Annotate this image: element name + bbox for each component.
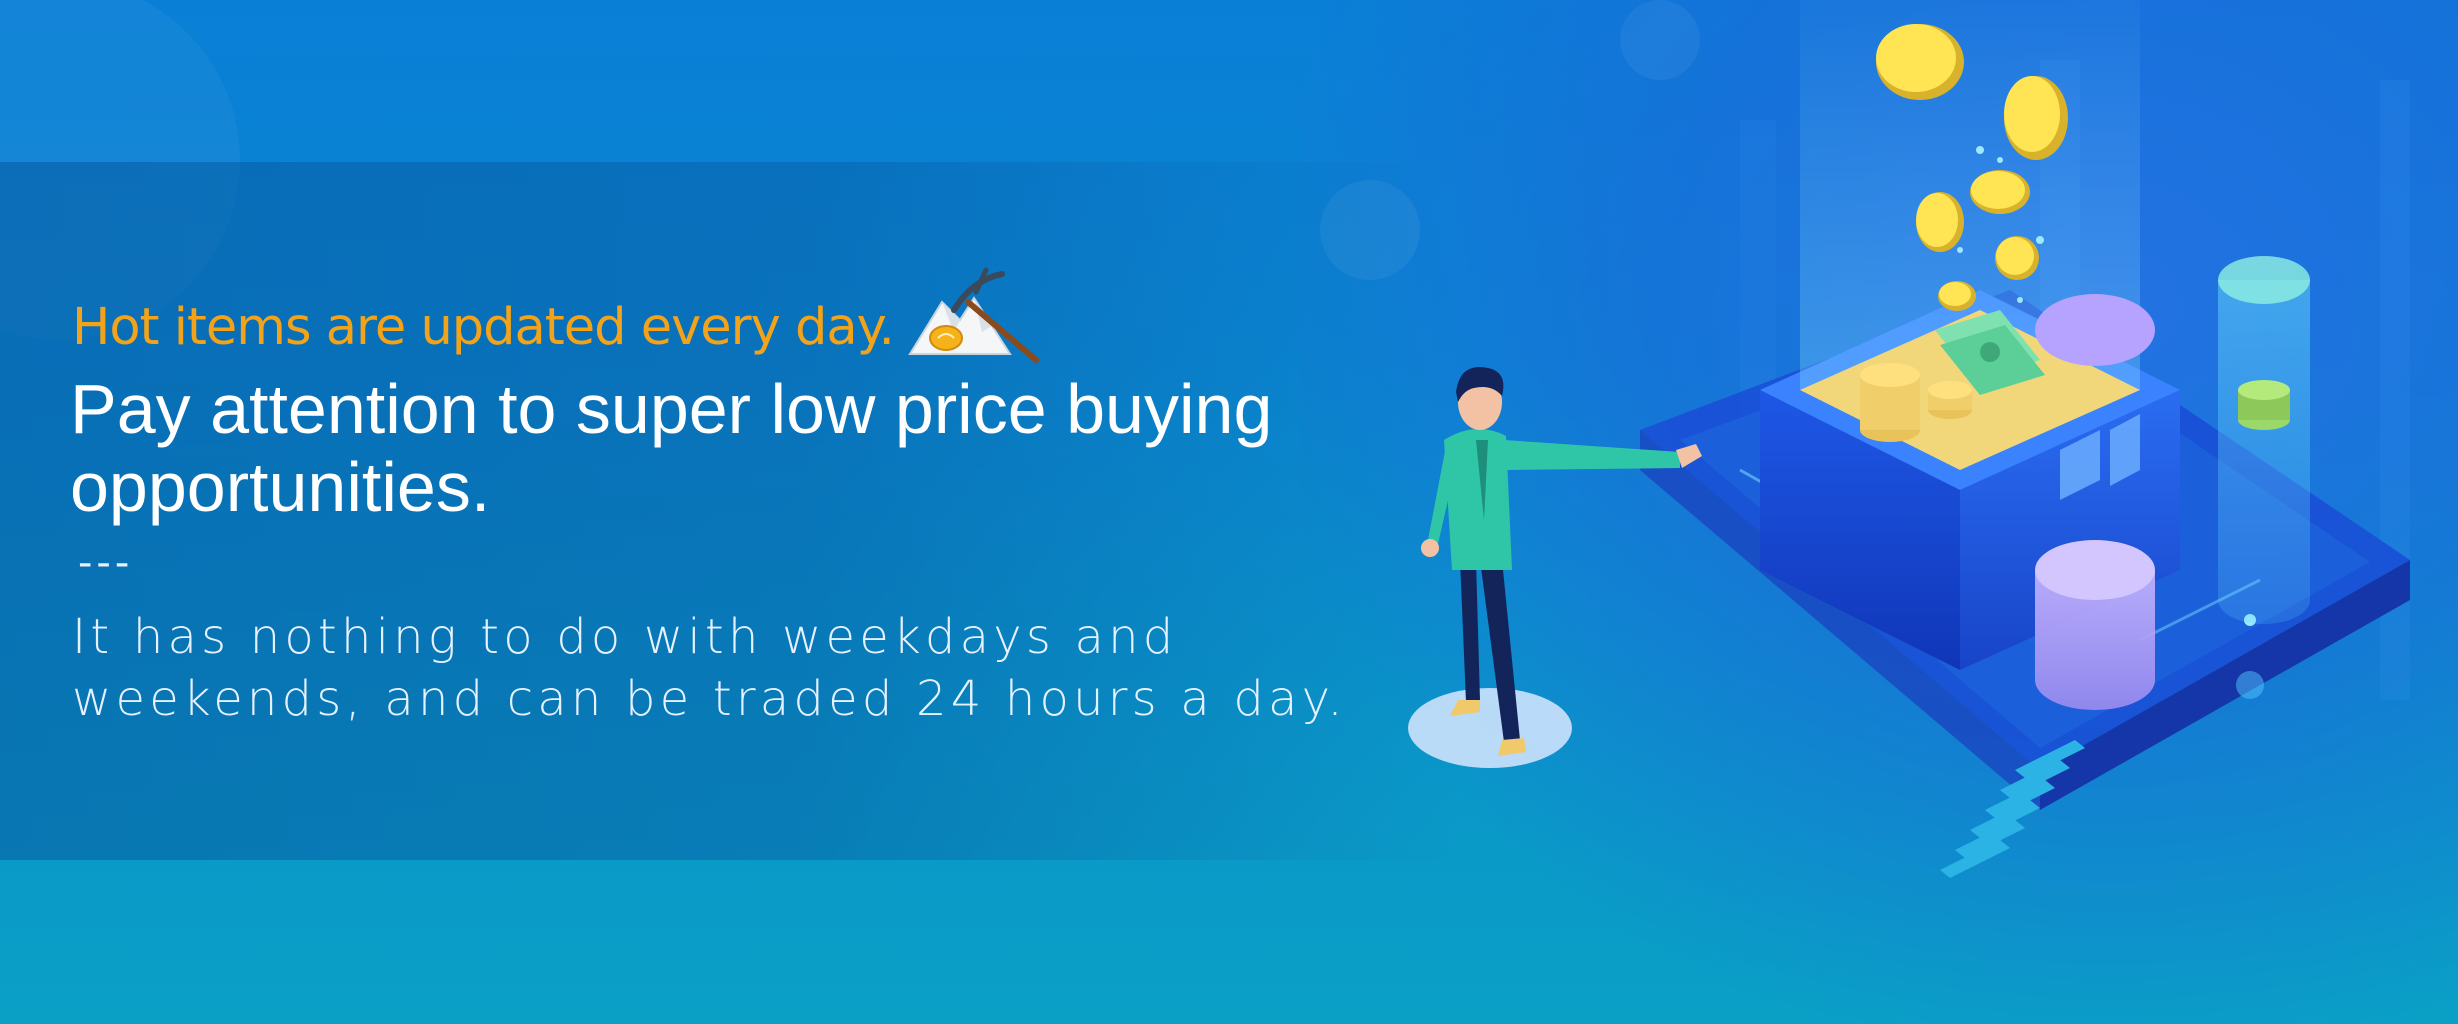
- tagline: Hot items are updated every day.: [72, 267, 1052, 382]
- glass-cylinder: [2218, 256, 2310, 624]
- promo-banner: Hot items are updated every day. Pay att…: [0, 0, 2458, 1024]
- tagline-text: Hot items are updated every day.: [72, 297, 895, 357]
- isometric-illustration: [1408, 0, 2410, 878]
- description: It has nothing to do with weekdays and w…: [72, 609, 1347, 727]
- mining-pickaxe-icon: [902, 262, 1052, 372]
- page-title: Pay attention to super low price buying …: [70, 370, 1273, 526]
- separator: ---: [78, 540, 134, 586]
